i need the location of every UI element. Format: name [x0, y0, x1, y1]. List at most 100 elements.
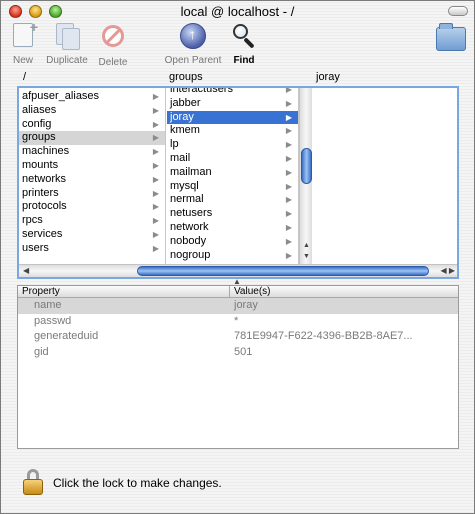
toolbar-toggle-button[interactable] [448, 6, 468, 16]
delete-icon [100, 25, 126, 51]
list-item[interactable]: machines ▶ [19, 145, 165, 159]
list-item-label: mailman [170, 165, 212, 178]
list-item[interactable]: kmem ▶ [167, 124, 298, 138]
list-item[interactable]: nermal ▶ [167, 193, 298, 207]
list-item-label: joray [170, 110, 194, 123]
list-item-label: printers [22, 186, 59, 199]
list-item[interactable]: config ▶ [19, 118, 165, 132]
title-bar: local @ localhost - / [1, 1, 474, 23]
delete-button[interactable]: Delete [96, 23, 130, 68]
list-item[interactable]: nogroup ▶ [167, 249, 298, 263]
property-value: 781E9947-F622-4396-BB2B-8AE7... [234, 330, 413, 342]
list-item[interactable]: mail ▶ [167, 152, 298, 166]
column-header-groups: groups [169, 71, 203, 83]
list-item-label: jabber [170, 96, 201, 109]
list-item[interactable]: netusers ▶ [167, 207, 298, 221]
chevron-right-icon: ▶ [152, 243, 159, 253]
table-row[interactable]: name joray [18, 298, 458, 314]
property-name: gid [34, 345, 49, 358]
list-item[interactable]: mysql ▶ [167, 180, 298, 194]
property-value: joray [234, 299, 258, 311]
minimize-window-button[interactable] [29, 5, 42, 18]
list-item[interactable]: interactusers ▶ [167, 88, 298, 97]
list-item[interactable]: services ▶ [19, 228, 165, 242]
property-value: 501 [234, 345, 253, 358]
list-item[interactable]: lp ▶ [167, 138, 298, 152]
new-document-icon: + [10, 19, 38, 49]
list-item[interactable]: rpcs ▶ [19, 214, 165, 228]
column-root-list[interactable]: afpuser_aliases ▶ aliases ▶ config ▶ groups ▶ ma… [19, 88, 166, 264]
list-item-label: nogroup [170, 248, 211, 261]
chevron-right-icon: ▶ [152, 229, 159, 239]
chevron-right-icon: ▶ [285, 250, 292, 260]
column-groups-list[interactable]: interactusers ▶ jabber ▶ joray ▶ kmem ▶ lp ▶ mail ▶… [167, 88, 299, 264]
column-browser: afpuser_aliases ▶ aliases ▶ config ▶ groups ▶ ma… [17, 86, 459, 279]
chevron-right-icon: ▶ [285, 153, 292, 163]
list-item-label: nermal [170, 193, 204, 206]
list-item-label: machines [22, 145, 70, 158]
close-window-button[interactable] [9, 5, 22, 18]
property-name: generateduid [34, 330, 99, 342]
window-title: local @ localhost - / [180, 4, 295, 19]
lock-bar: Click the lock to make changes. [1, 461, 474, 501]
duplicate-button[interactable]: Duplicate [43, 23, 91, 66]
zoom-window-button[interactable] [49, 5, 62, 18]
list-item[interactable]: aliases ▶ [19, 104, 165, 118]
list-item[interactable]: mailman ▶ [167, 166, 298, 180]
list-item[interactable]: nobody ▶ [167, 235, 298, 249]
list-item-label: rpcs [22, 214, 43, 227]
chevron-right-icon: ▶ [285, 167, 292, 177]
chevron-right-icon: ▶ [152, 119, 159, 129]
open-parent-button[interactable]: Open Parent [163, 23, 223, 66]
properties-table: Property Value(s) name joray passwd * genera… [17, 285, 459, 449]
chevron-right-icon: ▶ [285, 126, 292, 136]
scroll-left-arrow-icon[interactable]: ◀ [23, 265, 29, 277]
horizontal-scroll-thumb[interactable] [137, 266, 429, 276]
vertical-scroll-arrows[interactable]: ▲ ▼ [300, 240, 313, 264]
list-item-label: services [22, 227, 63, 240]
list-item-label: lp [170, 138, 179, 151]
list-item-label: aliases [22, 103, 57, 116]
list-item-label: users [22, 241, 49, 254]
list-item-label: mounts [22, 158, 59, 171]
property-name: name [34, 299, 62, 311]
list-item[interactable]: jabber ▶ [167, 97, 298, 111]
table-row[interactable]: generateduid 781E9947-F622-4396-BB2B-8AE7… [18, 329, 458, 345]
list-item-label: config [22, 117, 52, 130]
toolbar: + New Duplicate Delete Open Parent Find [1, 19, 474, 69]
groups-vertical-scrollbar[interactable]: ▲ ▼ [299, 88, 312, 264]
values-column-header[interactable]: Value(s) [234, 286, 271, 298]
lock-message: Click the lock to make changes. [53, 476, 222, 490]
list-item[interactable]: networks ▶ [19, 173, 165, 187]
list-item[interactable]: groups ▶ [19, 131, 165, 146]
lock-icon[interactable] [23, 469, 43, 495]
chevron-right-icon: ▶ [152, 174, 159, 184]
list-item[interactable]: printers ▶ [19, 187, 165, 201]
list-item-label: interactusers [170, 88, 233, 95]
property-column-header[interactable]: Property [22, 286, 60, 298]
list-item-label: afpuser_aliases [22, 90, 100, 102]
list-item[interactable]: joray ▶ [167, 110, 298, 125]
table-row[interactable]: gid 501 [18, 345, 458, 361]
table-row[interactable]: passwd * [18, 314, 458, 330]
column-joray-list[interactable] [313, 88, 457, 264]
vertical-scroll-thumb[interactable] [301, 148, 312, 184]
chevron-right-icon: ▶ [285, 195, 292, 205]
list-item[interactable]: afpuser_aliases ▶ [19, 90, 165, 104]
list-item-label: kmem [170, 124, 200, 137]
list-item[interactable]: mounts ▶ [19, 159, 165, 173]
duplicate-icon [54, 23, 80, 50]
find-button[interactable]: Find [230, 23, 258, 66]
list-item[interactable]: users ▶ [19, 242, 165, 256]
chevron-right-icon: ▶ [152, 92, 159, 101]
list-item[interactable]: protocols ▶ [19, 200, 165, 214]
new-button[interactable]: + New [9, 19, 38, 66]
list-item-label: mysql [170, 179, 199, 192]
list-item[interactable]: network ▶ [167, 221, 298, 235]
folder-icon[interactable] [436, 23, 466, 51]
scroll-arrows-icon[interactable]: ◀ ▶ [440, 265, 455, 277]
chevron-right-icon: ▶ [152, 105, 159, 115]
list-item-label: protocols [22, 200, 67, 213]
horizontal-scrollbar[interactable]: ◀ ◀ ▶ [19, 264, 457, 277]
column-header-joray: joray [316, 71, 340, 83]
